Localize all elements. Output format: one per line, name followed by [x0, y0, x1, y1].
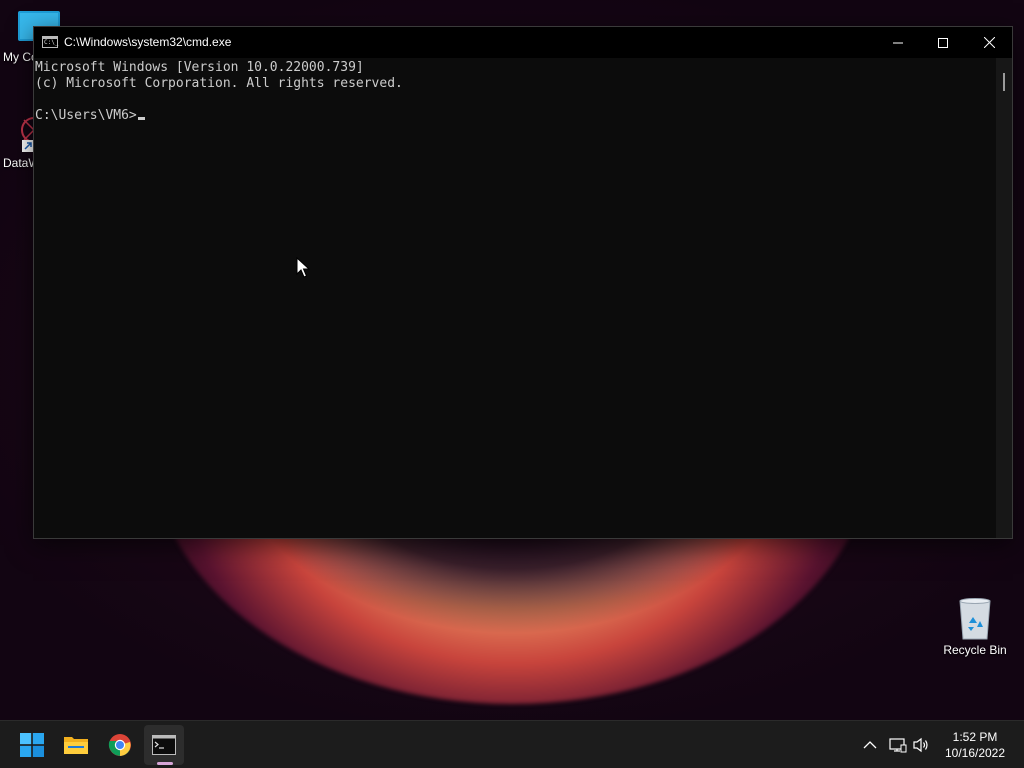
- vertical-scrollbar[interactable]: [996, 58, 1012, 538]
- console-line: (c) Microsoft Corporation. All rights re…: [35, 76, 403, 91]
- maximize-icon: [938, 37, 948, 48]
- chrome-icon: [108, 734, 131, 756]
- text-cursor: [137, 117, 145, 120]
- show-hidden-icons-button[interactable]: [860, 735, 880, 755]
- desktop: My Co DataW Recycle Bin C:\_ C:\Windows\…: [0, 0, 1024, 720]
- desktop-icon-label: Recycle Bin: [943, 643, 1007, 657]
- cmd-window[interactable]: C:\_ C:\Windows\system32\cmd.exe Microso…: [33, 26, 1013, 539]
- cmd-icon: C:\_: [42, 36, 58, 48]
- cmd-icon-text: C:\_: [44, 39, 59, 46]
- file-explorer-icon: [64, 737, 88, 754]
- clock-date: 10/16/2022: [944, 746, 1006, 760]
- file-explorer-button[interactable]: [56, 725, 96, 765]
- minimize-button[interactable]: [875, 27, 921, 58]
- maximize-button[interactable]: [920, 27, 966, 58]
- cmd-icon: [152, 735, 176, 755]
- windows-start-icon: [20, 733, 44, 757]
- console-line: Microsoft Windows [Version 10.0.22000.73…: [35, 60, 364, 75]
- network-icon: [889, 738, 907, 753]
- volume-button[interactable]: [912, 735, 932, 755]
- chevron-up-icon: [863, 741, 877, 749]
- close-icon: [983, 37, 995, 48]
- recycle-bin-icon: [959, 598, 991, 640]
- clock[interactable]: 1:52 PM 10/16/2022: [940, 729, 1010, 761]
- taskbar: 1:52 PM 10/16/2022: [0, 720, 1024, 768]
- close-button[interactable]: [966, 27, 1012, 58]
- cmd-taskbar-button[interactable]: [144, 725, 184, 765]
- volume-icon: [913, 737, 928, 753]
- console-prompt: C:\Users\VM6>: [35, 108, 137, 123]
- desktop-icon-recycle-bin[interactable]: Recycle Bin: [940, 597, 1010, 657]
- console-prompt-line[interactable]: C:\Users\VM6>: [35, 108, 997, 124]
- scrollbar-thumb[interactable]: [1003, 73, 1005, 91]
- window-title: C:\Windows\system32\cmd.exe: [64, 35, 232, 49]
- title-bar[interactable]: C:\_ C:\Windows\system32\cmd.exe: [34, 27, 1012, 58]
- active-app-indicator: [157, 762, 173, 765]
- mouse-pointer-icon: [296, 257, 310, 278]
- minimize-icon: [893, 42, 903, 43]
- chrome-button[interactable]: [100, 725, 140, 765]
- network-button[interactable]: [888, 735, 908, 755]
- start-button[interactable]: [12, 725, 52, 765]
- console-output[interactable]: Microsoft Windows [Version 10.0.22000.73…: [34, 58, 997, 538]
- clock-time: 1:52 PM: [952, 730, 998, 744]
